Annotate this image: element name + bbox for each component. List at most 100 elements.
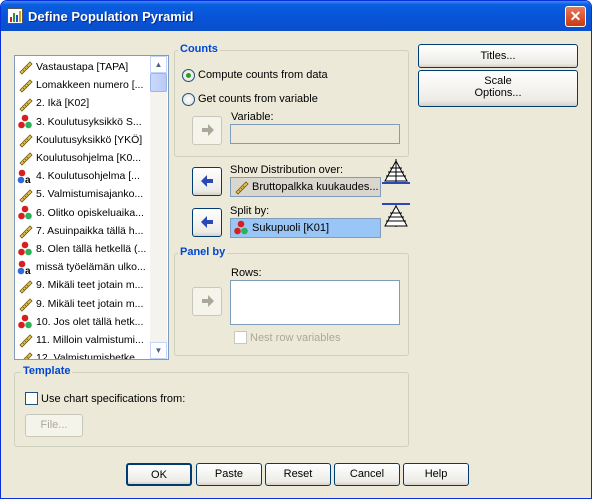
variable-list-item-label: Vastaustapa [TAPA] [36, 61, 129, 74]
scale-ruler-icon [17, 223, 34, 239]
left-arrow-icon [201, 216, 213, 228]
scale-ruler-icon [17, 278, 34, 294]
variable-list-item[interactable]: 5. Valmistumisajanko... [17, 185, 149, 203]
dialog-window: Define Population Pyramid ✕ Vastaustapa … [0, 0, 592, 499]
variable-list-item[interactable]: Vastaustapa [TAPA] [17, 58, 149, 76]
nest-rows-checkbox[interactable] [234, 331, 247, 344]
nominal-string-icon: a [17, 168, 34, 185]
variable-list-item[interactable]: Lomakkeen numero [... [17, 76, 149, 94]
dialog-body: Vastaustapa [TAPA] Lomakkeen numero [... 2… [4, 31, 588, 495]
variable-list-item[interactable]: Koulutusohjelma [K0... [17, 149, 149, 167]
get-counts-label: Get counts from variable [198, 93, 318, 105]
title-bar[interactable]: Define Population Pyramid ✕ [1, 1, 591, 31]
rows-label: Rows: [231, 267, 262, 279]
scale-ruler-icon [17, 59, 34, 75]
variable-move-button[interactable] [192, 116, 222, 145]
svg-text:a: a [25, 175, 31, 184]
pyramid-split-icon [382, 203, 410, 227]
variable-list-item[interactable]: a missä työelämän ulko... [17, 258, 149, 276]
split-move-button[interactable] [192, 208, 222, 237]
spss-app-icon [7, 8, 23, 24]
variable-list-item[interactable]: 9. Mikäli teet jotain m... [17, 295, 149, 313]
variable-list-scrollbar[interactable]: ▲ ▼ [150, 56, 167, 359]
cancel-button[interactable]: Cancel [334, 463, 400, 486]
right-arrow-icon [202, 124, 214, 136]
variable-list-item-label: missä työelämän ulko... [36, 261, 146, 274]
scale-ruler-icon [17, 132, 34, 148]
variable-list-item-label: 11. Milloin valmistumi... [36, 334, 144, 347]
distribution-label: Show Distribution over: [230, 164, 344, 176]
scale-ruler-icon [17, 350, 34, 359]
scroll-down-icon[interactable]: ▼ [150, 342, 167, 359]
scale-ruler-icon [17, 96, 34, 112]
variable-list-item[interactable]: 3. Koulutusyksikkö S... [17, 113, 149, 131]
right-arrow-icon [202, 295, 214, 307]
split-field[interactable]: Sukupuoli [K01] [230, 218, 381, 238]
variable-list-item-label: 12. Valmistumishetke... [36, 352, 144, 360]
variable-list-item-label: 5. Valmistumisajanko... [36, 188, 144, 201]
variable-list-item-label: 9. Mikäli teet jotain m... [36, 297, 144, 310]
variable-list-item[interactable]: 7. Asuinpaikka tällä h... [17, 222, 149, 240]
variable-label: Variable: [231, 111, 274, 123]
variable-list-item-label: 6. Olitko opiskeluaika... [36, 206, 144, 219]
variable-list-item-label: 10. Jos olet tällä hetk... [36, 316, 144, 329]
close-icon[interactable]: ✕ [565, 6, 586, 27]
file-button[interactable]: File... [25, 414, 83, 437]
variable-list-item-label: Lomakkeen numero [... [36, 79, 144, 92]
variable-list-item[interactable]: 6. Olitko opiskeluaika... [17, 204, 149, 222]
scale-ruler-icon [17, 77, 34, 93]
scale-ruler-icon [17, 296, 34, 312]
variable-list-item-label: 2. Ikä [K02] [36, 97, 90, 110]
variable-field[interactable] [230, 124, 400, 144]
window-title: Define Population Pyramid [28, 9, 194, 24]
distribution-move-button[interactable] [192, 167, 222, 196]
variable-list-item[interactable]: 2. Ikä [K02] [17, 94, 149, 112]
scroll-thumb[interactable] [150, 73, 167, 92]
scale-options-button[interactable]: Scale Options... [418, 70, 578, 107]
pyramid-distribution-icon [382, 159, 410, 184]
nominal-balls-icon [17, 241, 34, 257]
reset-button[interactable]: Reset [265, 463, 331, 486]
scale-ruler-icon [17, 332, 34, 348]
use-chart-spec-label: Use chart specifications from: [41, 393, 186, 405]
nominal-balls-icon [17, 205, 34, 221]
rows-field[interactable] [230, 280, 400, 325]
left-arrow-icon [201, 175, 213, 187]
nominal-balls-icon [17, 314, 34, 330]
variable-list-item-label: 4. Koulutusohjelma [... [36, 170, 140, 183]
variable-list-item-label: 9. Mikäli teet jotain m... [36, 279, 144, 292]
variable-list-item-label: 3. Koulutusyksikkö S... [36, 115, 142, 128]
variable-list-item[interactable]: a 4. Koulutusohjelma [... [17, 167, 149, 185]
ok-button[interactable]: OK [126, 463, 192, 486]
scroll-up-icon[interactable]: ▲ [150, 56, 167, 73]
compute-counts-label: Compute counts from data [198, 69, 328, 81]
template-group-label: Template [21, 365, 73, 377]
variable-list-item[interactable]: 8. Olen tällä hetkellä (... [17, 240, 149, 258]
scale-ruler-icon [17, 187, 34, 203]
variable-list-item[interactable]: 11. Milloin valmistumi... [17, 331, 149, 349]
titles-button[interactable]: Titles... [418, 44, 578, 68]
rows-move-button[interactable] [192, 287, 222, 316]
paste-button[interactable]: Paste [196, 463, 262, 486]
variable-list-item[interactable]: 10. Jos olet tällä hetk... [17, 313, 149, 331]
scale-ruler-icon [233, 179, 250, 195]
compute-counts-radio[interactable] [182, 69, 195, 82]
use-chart-spec-checkbox[interactable] [25, 392, 38, 405]
distribution-field[interactable]: Bruttopalkka kuukaudes... [230, 177, 381, 197]
nominal-balls-icon [17, 114, 34, 130]
scale-options-line2: Options... [474, 87, 522, 99]
variable-list-item-label: Koulutusyksikkö [YKÖ] [36, 134, 143, 147]
variable-list-item[interactable]: Koulutusyksikkö [YKÖ] [17, 131, 149, 149]
variable-list[interactable]: Vastaustapa [TAPA] Lomakkeen numero [... 2… [14, 55, 169, 360]
nominal-string-icon: a [17, 259, 34, 276]
scale-options-line1: Scale [484, 75, 512, 87]
variable-list-item-label: 8. Olen tällä hetkellä (... [36, 243, 147, 256]
get-counts-radio[interactable] [182, 93, 195, 106]
variable-list-item-label: Koulutusohjelma [K0... [36, 152, 142, 165]
variable-list-item[interactable]: 12. Valmistumishetke... [17, 349, 149, 360]
variable-list-item[interactable]: 9. Mikäli teet jotain m... [17, 276, 149, 294]
panel-by-group-label: Panel by [178, 246, 228, 258]
help-button[interactable]: Help [403, 463, 469, 486]
svg-text:a: a [25, 266, 31, 275]
nest-rows-label: Nest row variables [250, 332, 341, 344]
